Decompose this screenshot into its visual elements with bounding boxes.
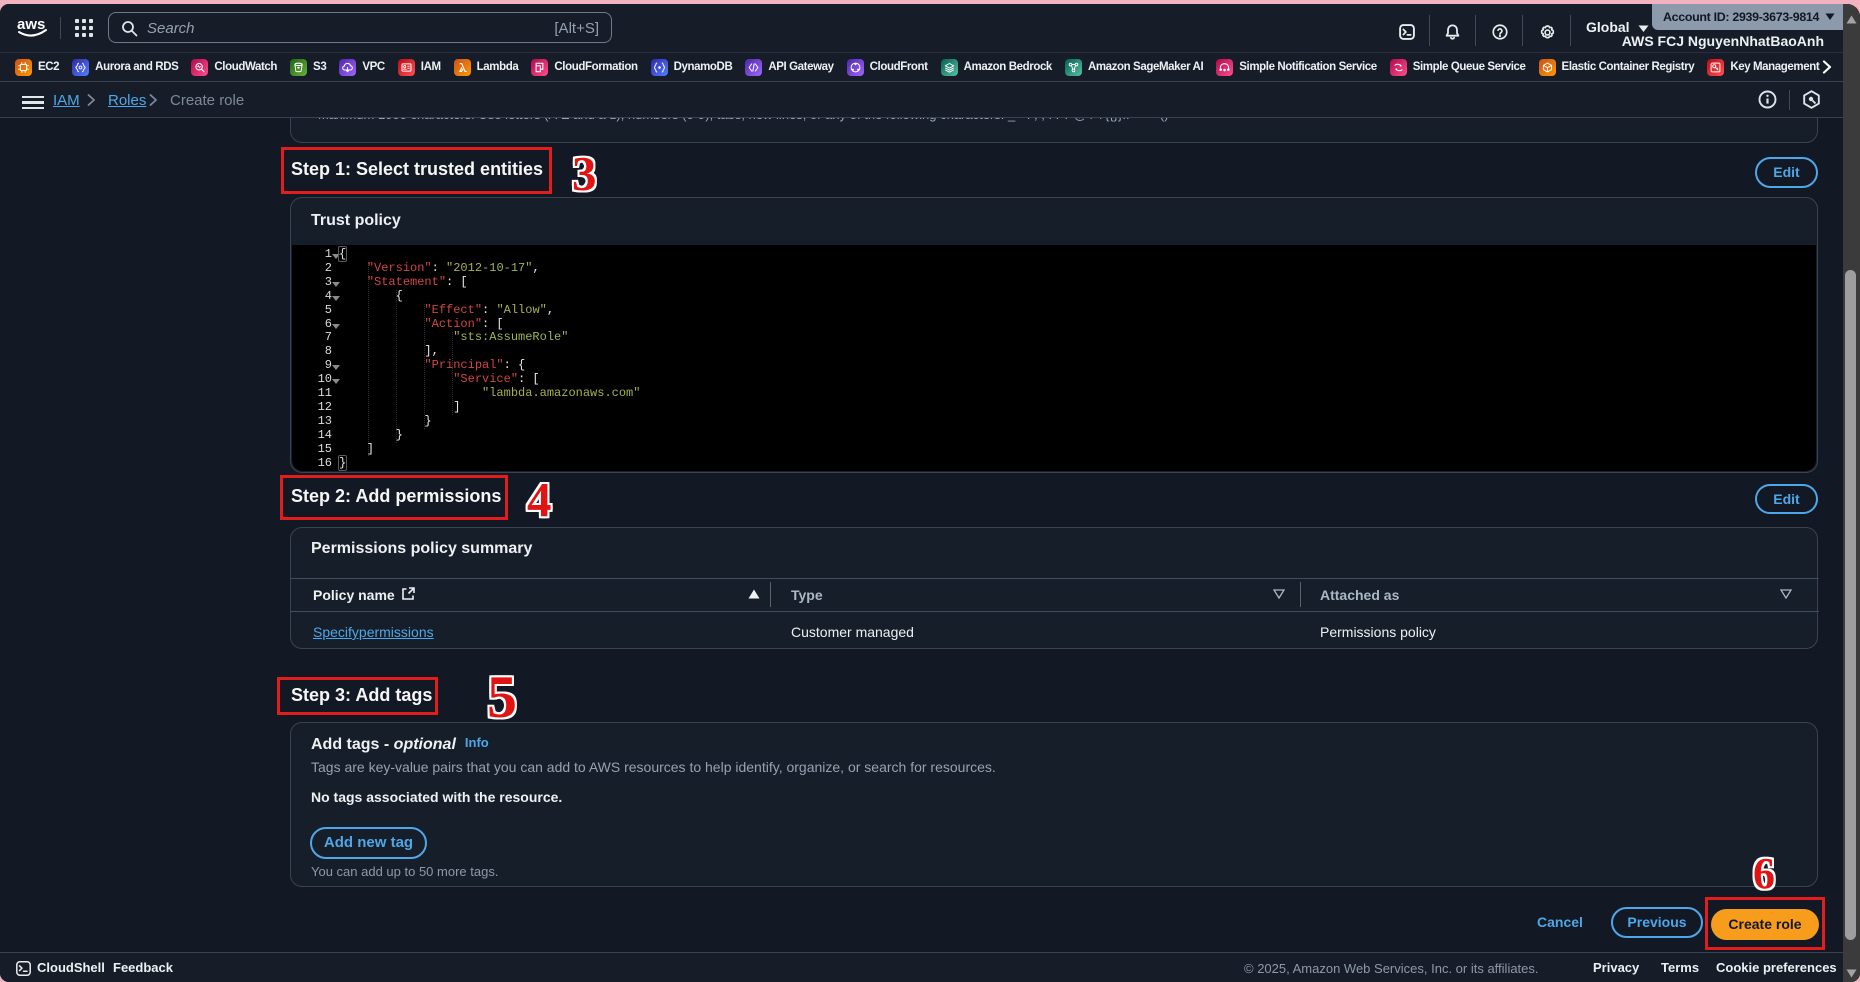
svg-text:aws: aws (17, 16, 45, 33)
